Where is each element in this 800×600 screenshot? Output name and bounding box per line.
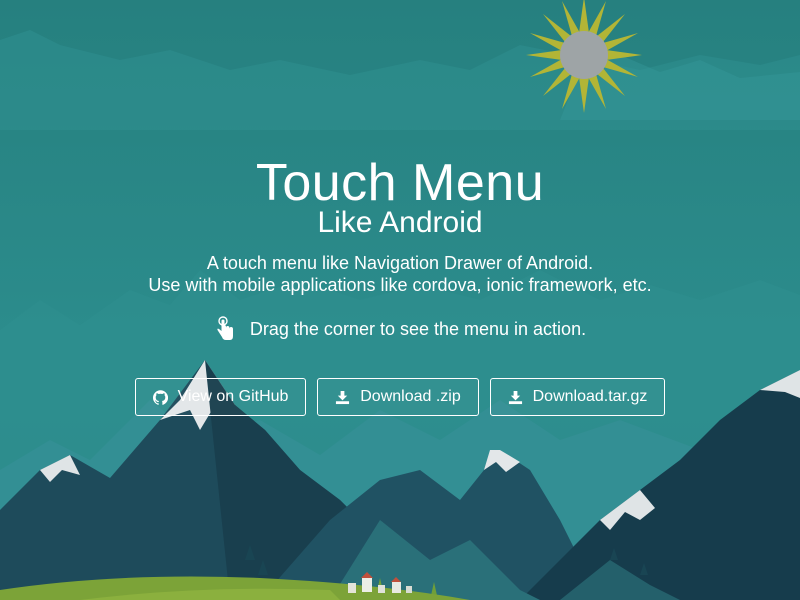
download-zip-button[interactable]: Download .zip [317,378,479,416]
hero-section: Touch Menu Like Android A touch menu lik… [0,0,800,600]
download-tar-label: Download.tar.gz [532,388,648,405]
download-tar-button[interactable]: Download.tar.gz [490,378,665,416]
github-icon [152,389,168,405]
drag-hint-text: Drag the corner to see the menu in actio… [249,318,587,339]
description-line: Use with mobile applications like cordov… [148,275,652,295]
download-icon [508,390,522,404]
description: A touch menu like Navigation Drawer of A… [0,252,800,296]
drag-hint: Drag the corner to see the menu in actio… [0,316,800,342]
view-on-github-label: View on GitHub [177,388,289,405]
action-buttons: View on GitHub Download .zip Download.ta… [0,378,800,416]
page-subtitle: Like Android [317,206,483,239]
touch-hand-icon [217,316,233,340]
download-icon [336,390,350,404]
description-line: A touch menu like Navigation Drawer of A… [206,253,594,273]
view-on-github-button[interactable]: View on GitHub [135,378,306,416]
download-zip-label: Download .zip [360,388,461,405]
